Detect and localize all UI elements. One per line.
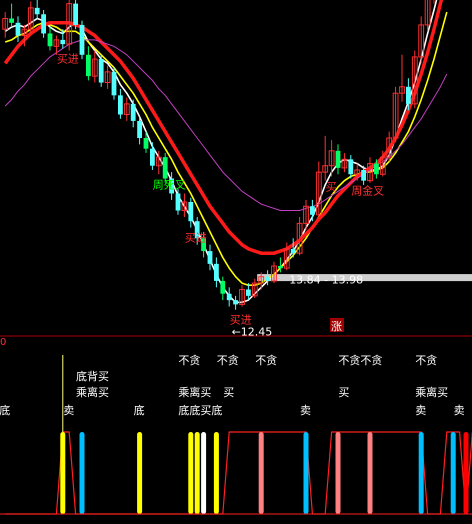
candle-body: [214, 263, 219, 281]
moving-average-lines: [3, 0, 448, 304]
signal-text: 不贪不贪: [338, 353, 382, 367]
chart-canvas: 买进周死叉买进买进买 周金叉←12.4513.84 - 13.98涨0 底卖底背买…: [0, 0, 472, 515]
candle-body: [9, 18, 14, 23]
indicator-panel: 底卖底背买乘离买底不贪乘离买底底买底不贪买不贪卖不贪不贪买不贪乘离买卖卖卖: [0, 353, 472, 515]
signal-text: 不贪: [217, 353, 239, 367]
signal-bar: [137, 432, 143, 514]
candle-body: [207, 251, 213, 264]
stock-chart: 买进 周死叉 买进 买进买周金叉 ←12.45 13.84 - 13.98 涨 0 底卖底背买…: [0, 0, 472, 524]
signal-bar: [194, 432, 200, 514]
candle-body: [98, 59, 104, 83]
candle-body: [246, 289, 251, 296]
candle-body: [150, 148, 155, 166]
signal-text: 乘离买: [415, 385, 448, 399]
signal-text: 乘离买: [76, 385, 109, 399]
candle-body: [15, 22, 21, 36]
signal-text: 不贪: [255, 353, 277, 367]
candle-body: [86, 54, 91, 77]
signal-text: 卖: [415, 404, 426, 417]
candle-body: [162, 157, 168, 179]
candle-body: [335, 150, 341, 168]
signal-bar: [367, 432, 373, 514]
chart-annotation: 周金叉: [351, 184, 384, 198]
candle-body: [79, 24, 85, 55]
signal-text: 底: [0, 403, 10, 417]
signal-bar: [79, 432, 85, 514]
signal-text: 底: [134, 403, 145, 417]
candle-body: [406, 86, 411, 104]
chart-annotation: 买进: [185, 232, 207, 245]
signal-text: 卖: [63, 404, 74, 417]
candle-body: [143, 138, 149, 149]
candle-body: [73, 3, 78, 25]
candle-body: [265, 276, 270, 281]
signal-bar: [213, 432, 219, 514]
chart-annotation: 买进: [57, 52, 79, 65]
candle-body: [226, 293, 232, 301]
signal-bar: [335, 432, 341, 514]
signal-text: 不贪: [415, 353, 437, 367]
signal-bar: [60, 432, 66, 514]
signal-text: 买: [223, 386, 234, 399]
candle-body: [348, 159, 354, 175]
signal-text: 底背买: [76, 369, 109, 383]
main-panel-labels: 买进周死叉买进买进买 周金叉←12.4513.84 - 13.98涨0: [0, 52, 384, 348]
signal-text: 买: [338, 386, 349, 399]
candle-body: [310, 206, 315, 215]
signal-text: 卖: [454, 404, 465, 417]
signal-bar: [201, 432, 207, 514]
candle-body: [374, 163, 379, 175]
candle-body: [233, 300, 238, 305]
candle-body: [111, 71, 117, 96]
chart-annotation: 周死叉: [153, 178, 186, 191]
candle-body: [47, 33, 53, 47]
signal-text: 乘离买: [178, 385, 211, 399]
signal-bar: [258, 432, 264, 514]
candle-body: [361, 170, 366, 181]
price-label: 13.84 - 13.98: [289, 273, 363, 286]
candle-body: [41, 14, 46, 34]
candle-body: [278, 266, 283, 269]
candle-body: [118, 95, 123, 115]
chart-annotation: 买: [326, 180, 337, 193]
candle-body: [130, 103, 136, 121]
candle-body: [137, 120, 142, 138]
zero-label: 0: [0, 337, 6, 348]
candle-body: [175, 193, 181, 211]
zhang-label: 涨: [331, 320, 342, 333]
price-label: ←12.45: [232, 326, 273, 339]
candle-body: [34, 7, 40, 15]
signal-text: 底底买底: [178, 403, 222, 417]
signal-bar: [450, 432, 456, 514]
signal-line: [5, 431, 472, 515]
signal-bar: [418, 432, 424, 514]
candle-body: [60, 39, 66, 45]
ma-line-0: [4, 0, 438, 304]
candle-body: [290, 248, 296, 254]
candle-body: [220, 280, 226, 294]
signal-bar: [188, 432, 194, 514]
candle-body: [188, 202, 194, 222]
signal-text: 卖: [300, 404, 311, 417]
signal-bar: [303, 432, 309, 514]
signal-bar: [463, 432, 469, 514]
signal-text: 不贪: [178, 353, 200, 367]
